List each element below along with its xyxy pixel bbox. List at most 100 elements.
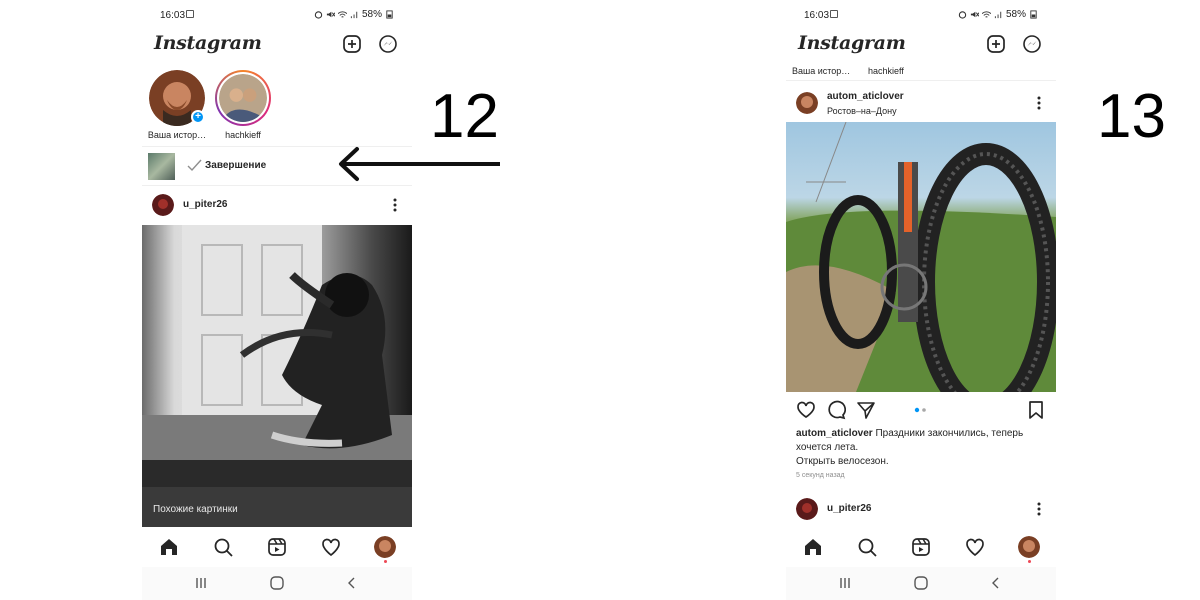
profile-avatar[interactable] — [1018, 536, 1040, 558]
home-icon[interactable] — [158, 536, 180, 558]
gallery-notification-icon — [830, 10, 838, 18]
story-label: hachkieff — [225, 130, 261, 140]
bottom-navigation — [142, 527, 412, 567]
alarm-icon — [314, 11, 323, 19]
checkmark-icon — [187, 159, 202, 172]
app-header: Instagram — [786, 28, 1056, 62]
status-icons: 58% — [314, 9, 394, 20]
heart-icon[interactable] — [320, 536, 342, 558]
post-avatar[interactable] — [796, 92, 818, 114]
story-label[interactable]: Ваша истор… — [792, 66, 850, 76]
reels-icon[interactable] — [910, 536, 932, 558]
caption-username[interactable]: autom_aticlover — [796, 428, 873, 439]
post-caption: autom_aticlover Праздники закончились, т… — [796, 427, 1046, 469]
home-icon[interactable] — [802, 536, 824, 558]
signal-icon — [994, 11, 1002, 19]
upload-thumbnail — [148, 153, 175, 180]
status-bar: 16:03 58% — [142, 0, 412, 30]
caption-text: Праздники закончились, теперь — [872, 428, 1024, 439]
wifi-icon — [981, 11, 991, 18]
pointer-arrow-icon — [339, 147, 500, 181]
story-hachkieff[interactable]: hachkieff — [208, 70, 278, 140]
add-post-icon[interactable] — [986, 34, 1006, 54]
phone-screen-left: 16:03 58% Instagram + Ваша истор… hachki… — [142, 0, 412, 600]
more-options-icon[interactable] — [1032, 500, 1046, 518]
home-circle-icon[interactable] — [912, 575, 930, 591]
post-username[interactable]: autom_aticlover — [827, 91, 904, 102]
back-icon[interactable] — [343, 575, 361, 591]
step-number-12: 12 — [430, 82, 499, 151]
add-story-badge-icon[interactable]: + — [191, 110, 205, 124]
status-time: 16:03 — [160, 10, 186, 21]
photo-illustration — [786, 122, 1056, 392]
carousel-indicator — [914, 407, 926, 413]
status-icons: 58% — [958, 9, 1038, 20]
search-icon[interactable] — [212, 536, 234, 558]
own-story-avatar: + — [149, 70, 205, 126]
stories-tray-scrolled: Ваша истор… hachkieff — [786, 64, 1056, 81]
battery-icon — [386, 10, 393, 19]
post-username[interactable]: u_piter26 — [827, 503, 871, 514]
photo-illustration — [142, 225, 412, 487]
status-bar: 16:03 58% — [786, 0, 1056, 30]
battery-icon — [1030, 10, 1037, 19]
post-photo[interactable] — [786, 122, 1056, 392]
reels-icon[interactable] — [266, 536, 288, 558]
like-icon[interactable] — [796, 400, 816, 420]
story-own[interactable]: + Ваша истор… — [142, 70, 212, 140]
heart-icon[interactable] — [964, 536, 986, 558]
next-post-header: u_piter26 — [786, 490, 1056, 528]
more-options-icon[interactable] — [388, 196, 402, 214]
stories-tray: + Ваша истор… hachkieff — [142, 66, 412, 146]
post-header: u_piter26 — [142, 186, 412, 224]
story-label: Ваша истор… — [147, 130, 207, 140]
caption-text: хочется лета. — [796, 442, 859, 453]
similar-images-bar[interactable]: Похожие картинки — [142, 487, 412, 527]
post-timestamp: 5 секунд назад — [796, 472, 845, 479]
similar-images-label: Похожие картинки — [153, 504, 238, 515]
home-circle-icon[interactable] — [268, 575, 286, 591]
mute-icon — [970, 11, 979, 18]
add-post-icon[interactable] — [342, 34, 362, 54]
recents-icon[interactable] — [192, 575, 210, 591]
battery-percent: 58% — [1005, 9, 1026, 20]
more-options-icon[interactable] — [1032, 94, 1046, 112]
instagram-logo: Instagram — [798, 32, 906, 54]
phone-screen-right: 16:03 58% Instagram Ваша истор… hachkief… — [786, 0, 1056, 600]
bottom-navigation — [786, 527, 1056, 567]
instagram-logo: Instagram — [154, 32, 262, 54]
back-icon[interactable] — [987, 575, 1005, 591]
friend-avatar-image — [219, 74, 267, 122]
gallery-notification-icon — [186, 10, 194, 18]
friend-story-ring — [215, 70, 271, 126]
messenger-icon[interactable] — [1022, 34, 1042, 54]
post-username[interactable]: u_piter26 — [183, 199, 227, 210]
post-header: autom_aticlover Ростов–на–Дону — [786, 84, 1056, 122]
comment-icon[interactable] — [826, 400, 846, 420]
mute-icon — [326, 11, 335, 18]
post-avatar[interactable] — [152, 194, 174, 216]
notification-dot — [384, 560, 387, 563]
messenger-icon[interactable] — [378, 34, 398, 54]
post-location[interactable]: Ростов–на–Дону — [827, 106, 897, 116]
profile-avatar[interactable] — [374, 536, 396, 558]
story-label[interactable]: hachkieff — [868, 66, 904, 76]
step-number-13: 13 — [1097, 82, 1166, 151]
signal-icon — [350, 11, 358, 19]
recents-icon[interactable] — [836, 575, 854, 591]
post-actions — [786, 398, 1056, 424]
search-icon[interactable] — [856, 536, 878, 558]
post-avatar[interactable] — [796, 498, 818, 520]
share-icon[interactable] — [856, 400, 876, 420]
wifi-icon — [337, 11, 347, 18]
system-navigation — [786, 567, 1056, 600]
system-navigation — [142, 567, 412, 600]
status-time: 16:03 — [804, 10, 830, 21]
battery-percent: 58% — [361, 9, 382, 20]
app-header: Instagram — [142, 28, 412, 62]
alarm-icon — [958, 11, 967, 19]
bookmark-icon[interactable] — [1026, 400, 1046, 420]
post-photo[interactable] — [142, 225, 412, 487]
notification-dot — [1028, 560, 1031, 563]
upload-status-text: Завершение — [205, 160, 267, 171]
